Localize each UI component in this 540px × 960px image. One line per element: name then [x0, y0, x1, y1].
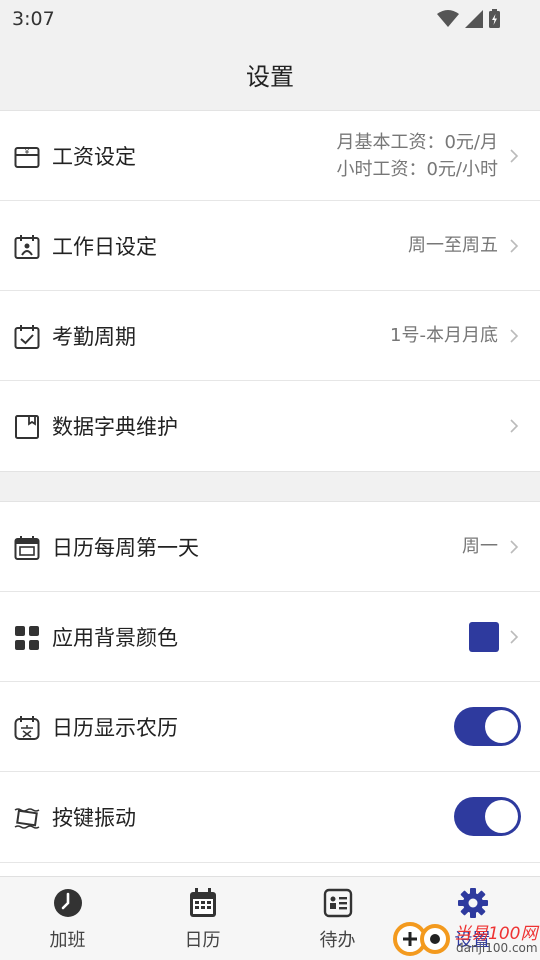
signal-icon: [465, 9, 483, 28]
data-dictionary-row[interactable]: 数据字典维护: [0, 381, 540, 471]
week-start-row[interactable]: 日历每周第一天 周一: [0, 502, 540, 592]
nav-label: 日历: [184, 930, 221, 951]
row-value: 1号-本月月底: [390, 325, 498, 346]
nav-overtime[interactable]: 加班: [0, 877, 135, 960]
row-label: 考勤周期: [52, 324, 136, 349]
nav-label: 加班: [49, 930, 86, 951]
toggle-knob: [485, 710, 518, 743]
chevron-right-icon: [510, 329, 519, 343]
vibration-icon: [14, 808, 40, 829]
chevron-right-icon: [510, 540, 519, 554]
status-bar: 3:07: [0, 0, 540, 38]
chevron-right-icon: [510, 149, 519, 163]
book-icon: [15, 415, 39, 439]
nav-calendar[interactable]: 日历: [135, 877, 270, 960]
chevron-right-icon: [510, 239, 519, 253]
svg-text:¥: ¥: [25, 148, 30, 156]
salary-settings-row[interactable]: ¥ 工资设定 月基本工资：0元/月 小时工资：0元/小时: [0, 111, 540, 201]
nav-todo[interactable]: 待办: [270, 877, 405, 960]
hourly-salary-value: 小时工资：0元/小时: [336, 158, 498, 180]
workday-settings-row[interactable]: 工作日设定 周一至周五: [0, 201, 540, 291]
calendar-check-icon: [14, 325, 40, 349]
watermark: 当易100网 danji100.com: [390, 915, 540, 960]
calendar-worker-icon: [14, 235, 40, 259]
settings-group-work: ¥ 工资设定 月基本工资：0元/月 小时工资：0元/小时 工作日设定 周一至周五…: [0, 110, 540, 472]
nav-label: 待办: [319, 930, 356, 951]
settings-group-app: 日历每周第一天 周一 应用背景颜色 日历显示农历 按键振动: [0, 501, 540, 863]
row-label: 工资设定: [52, 144, 136, 169]
row-value: 月基本工资：0元/月 小时工资：0元/小时: [336, 129, 498, 183]
clock-icon: [53, 889, 82, 917]
calendar-lunar-icon: [14, 716, 40, 740]
gear-icon: [457, 888, 488, 918]
row-label: 工作日设定: [52, 234, 157, 259]
page-title: 设置: [246, 62, 294, 91]
chevron-right-icon: [510, 630, 519, 644]
row-value: 周一: [462, 536, 498, 557]
watermark-url: danji100.com: [456, 941, 538, 955]
row-label: 数据字典维护: [52, 415, 178, 439]
vibration-toggle[interactable]: [454, 797, 521, 836]
toggle-knob: [485, 800, 518, 833]
todo-card-icon: [323, 888, 352, 918]
row-label: 按键振动: [52, 806, 136, 830]
wifi-icon: [437, 9, 459, 27]
row-value: 周一至周五: [408, 235, 498, 256]
background-color-row[interactable]: 应用背景颜色: [0, 592, 540, 682]
status-icons: [437, 9, 500, 28]
battery-icon: [489, 9, 500, 28]
lunar-toggle[interactable]: [454, 707, 521, 746]
grid-icon: [15, 626, 39, 650]
chevron-right-icon: [510, 419, 519, 433]
lunar-calendar-row[interactable]: 日历显示农历: [0, 682, 540, 772]
row-label: 日历每周第一天: [52, 535, 199, 560]
wallet-icon: ¥: [14, 147, 40, 168]
monthly-salary-value: 月基本工资：0元/月: [336, 131, 498, 153]
status-time: 3:07: [12, 8, 55, 30]
calendar-icon: [189, 888, 216, 917]
row-label: 日历显示农历: [52, 715, 178, 740]
row-label: 应用背景颜色: [52, 625, 178, 650]
app-bar: 设置: [0, 38, 540, 110]
color-swatch[interactable]: [469, 622, 499, 652]
partial-row: [0, 862, 540, 876]
attendance-cycle-row[interactable]: 考勤周期 1号-本月月底: [0, 291, 540, 381]
key-vibration-row[interactable]: 按键振动: [0, 772, 540, 862]
watermark-logo-icon: [393, 922, 450, 956]
calendar-start-icon: [14, 536, 40, 560]
